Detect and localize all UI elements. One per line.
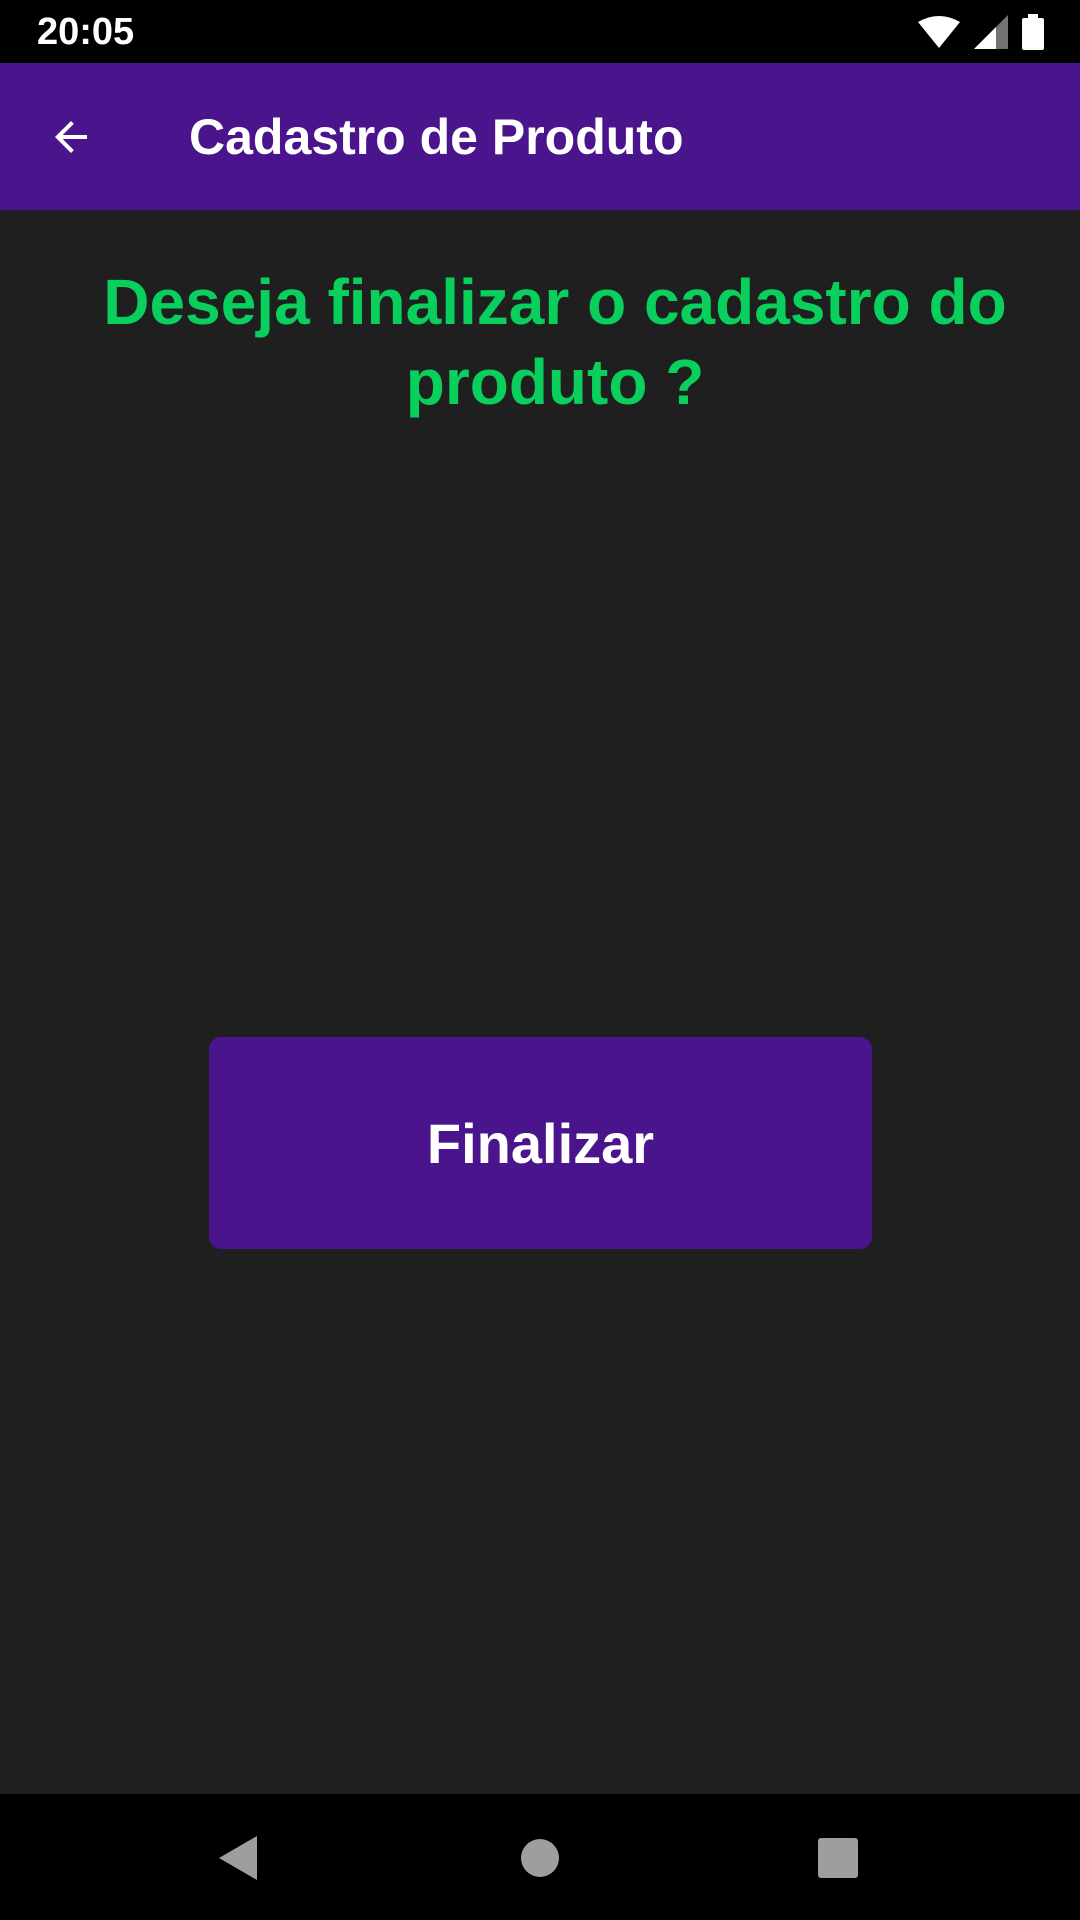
home-circle-icon <box>521 1839 559 1877</box>
status-bar: 20:05 <box>0 0 1080 63</box>
navigation-bar <box>0 1794 1080 1920</box>
recents-square-icon <box>818 1838 858 1878</box>
finalizar-button[interactable]: Finalizar <box>209 1037 872 1249</box>
nav-recents-button[interactable] <box>800 1820 876 1896</box>
app-bar: Cadastro de Produto <box>0 63 1080 210</box>
wifi-icon <box>918 16 960 48</box>
nav-back-button[interactable] <box>200 1820 276 1896</box>
nav-home-button[interactable] <box>502 1820 578 1896</box>
back-triangle-icon <box>219 1836 257 1880</box>
arrow-back-icon <box>55 121 87 153</box>
status-icons <box>918 12 1044 52</box>
page-title: Cadastro de Produto <box>189 109 684 165</box>
back-button[interactable] <box>30 96 112 178</box>
battery-icon <box>1022 14 1044 50</box>
status-time: 20:05 <box>37 11 135 53</box>
cell-signal-icon <box>974 15 1008 49</box>
confirmation-question: Deseja finalizar o cadastro do produto ? <box>103 266 1007 418</box>
